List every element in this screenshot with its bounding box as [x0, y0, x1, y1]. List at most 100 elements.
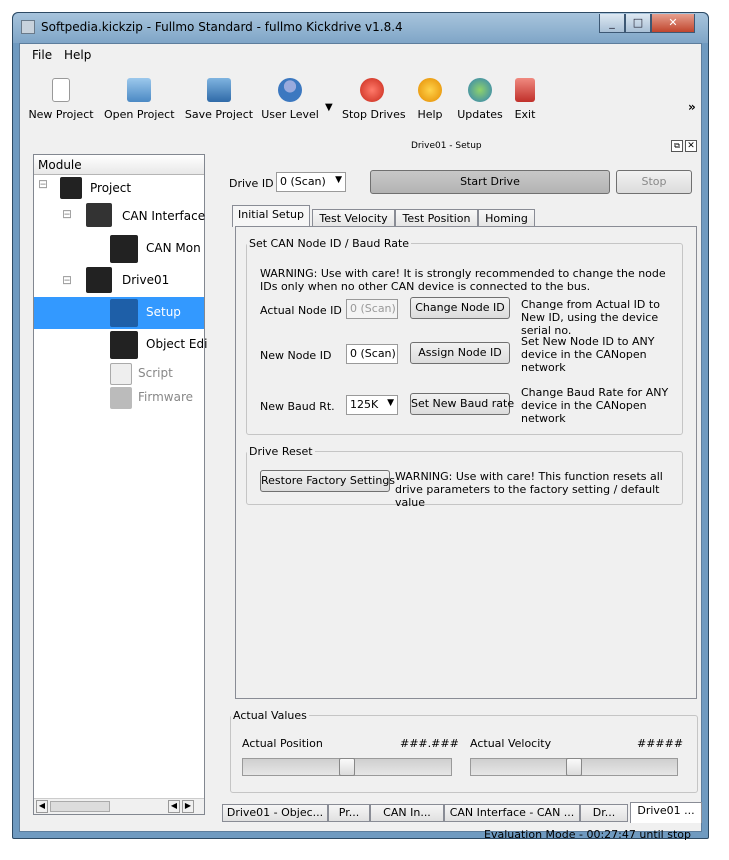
actual-position-label: Actual Position — [242, 737, 323, 750]
tree-item-script[interactable]: Script — [138, 366, 173, 380]
drive-reset-warning: WARNING: Use with care! This function re… — [395, 470, 663, 509]
minimize-button[interactable]: _ — [599, 14, 625, 33]
tree-expander[interactable]: ⊟ — [62, 273, 72, 287]
initial-setup-pane: Set CAN Node ID / Baud Rate WARNING: Use… — [235, 226, 697, 699]
updates-button[interactable]: Updates — [456, 68, 504, 121]
maximize-button[interactable]: □ — [625, 14, 651, 33]
close-icon: ✕ — [668, 16, 678, 29]
assign-node-id-button[interactable]: Assign Node ID — [410, 342, 510, 364]
maximize-icon: □ — [632, 16, 644, 29]
new-node-id-label: New Node ID — [260, 349, 332, 362]
stop-button[interactable]: Stop — [616, 170, 692, 194]
bottom-tab-drive[interactable]: Dr... — [580, 804, 628, 822]
menu-file[interactable]: File — [32, 48, 52, 62]
folder-icon — [127, 78, 151, 102]
stethoscope-icon — [110, 235, 138, 263]
velocity-slider-thumb[interactable] — [566, 758, 582, 776]
tree-item-setup[interactable]: Setup — [146, 305, 181, 319]
bottom-tab-drive01-objects[interactable]: Drive01 - Objec... — [222, 804, 328, 822]
velocity-slider[interactable] — [470, 758, 678, 776]
bottom-tab-can-interface-can[interactable]: CAN Interface - CAN ... — [444, 804, 580, 822]
node-warning: WARNING: Use with care! It is strongly r… — [260, 267, 666, 293]
status-text: Evaluation Mode - 00:27:47 until stop — [484, 828, 691, 841]
close-panel-icon[interactable]: ✕ — [685, 140, 697, 152]
list-icon — [110, 331, 138, 359]
menu-help[interactable]: Help — [64, 48, 91, 62]
user-level-button[interactable]: User Level — [260, 68, 320, 121]
tree-item-drive01[interactable]: Drive01 — [122, 273, 169, 287]
baud-rate-select[interactable]: 125K ▼ — [346, 395, 398, 415]
position-slider[interactable] — [242, 758, 452, 776]
wrench-icon — [110, 299, 138, 327]
change-node-id-note: Change from Actual ID to New ID, using t… — [521, 298, 660, 337]
panel-header: Drive01 - Setup ⧉ ✕ — [221, 140, 701, 154]
actual-position-value: ###.### — [400, 737, 459, 750]
actual-values-group: Actual Values — [230, 709, 698, 793]
tree-item-object-editor[interactable]: Object Edi — [146, 337, 207, 351]
drive-reset-legend: Drive Reset — [249, 445, 313, 458]
bottom-tab-can-interface[interactable]: CAN In... — [370, 804, 444, 822]
tree-item-project[interactable]: Project — [90, 181, 131, 195]
download-icon — [110, 387, 132, 409]
drive-id-select[interactable]: 0 (Scan) ▼ — [276, 172, 346, 192]
new-project-button[interactable]: New Project — [26, 68, 96, 121]
minimize-icon: _ — [609, 16, 615, 29]
actual-velocity-value: ##### — [637, 737, 684, 750]
set-baud-rate-button[interactable]: Set New Baud rate — [410, 393, 514, 415]
baud-rate-note: Change Baud Rate for ANY device in the C… — [521, 386, 669, 425]
panel-title: Drive01 - Setup — [411, 141, 482, 151]
tab-initial-setup[interactable]: Initial Setup — [232, 205, 310, 227]
app-window: Softpedia.kickzip - Fullmo Standard - fu… — [12, 12, 709, 841]
script-icon — [110, 363, 132, 385]
tree-item-can-mon[interactable]: CAN Mon — [146, 241, 201, 255]
window-title: Softpedia.kickzip - Fullmo Standard - fu… — [41, 20, 403, 34]
open-project-button[interactable]: Open Project — [104, 68, 175, 121]
module-header: Module — [34, 155, 204, 175]
toolbar-overflow-button[interactable]: » — [688, 100, 696, 114]
user-level-dropdown-icon[interactable]: ▼ — [325, 102, 333, 113]
tree-lines: ⊟ — [38, 177, 49, 191]
float-panel-icon[interactable]: ⧉ — [671, 140, 683, 152]
tree-item-can-interface[interactable]: CAN Interface — [122, 209, 205, 223]
title-bar: Softpedia.kickzip - Fullmo Standard - fu… — [13, 13, 708, 43]
actual-values-legend: Actual Values — [233, 709, 307, 722]
home-icon — [60, 177, 82, 199]
drive-icon — [86, 267, 112, 293]
close-button[interactable]: ✕ — [651, 14, 695, 33]
bottom-tab-drive01-active[interactable]: Drive01 ... — [630, 802, 702, 823]
actual-node-id-label: Actual Node ID — [260, 304, 342, 317]
restore-factory-settings-button[interactable]: Restore Factory Settings — [260, 470, 395, 492]
stop-hand-icon — [360, 78, 384, 102]
user-icon — [278, 78, 302, 102]
change-node-id-button[interactable]: Change Node ID — [410, 297, 510, 319]
app-icon — [21, 20, 35, 34]
help-button[interactable]: Help — [412, 68, 448, 121]
drive-id-label: Drive ID — [229, 177, 274, 190]
toolbar: New Project Open Project Save Project Us… — [20, 68, 701, 128]
chevron-down-icon: ▼ — [335, 175, 342, 185]
new-document-icon — [52, 78, 70, 102]
tree-item-firmware[interactable]: Firmware — [138, 390, 193, 404]
tree-expander[interactable]: ⊟ — [62, 207, 72, 221]
floppy-icon — [207, 78, 231, 102]
client-area: File Help New Project Open Project Save … — [19, 43, 702, 841]
scroll-thumb[interactable] — [50, 801, 110, 812]
start-drive-button[interactable]: Start Drive — [370, 170, 610, 194]
help-icon — [418, 78, 442, 102]
actual-velocity-label: Actual Velocity — [470, 737, 552, 750]
exit-button[interactable]: Exit — [510, 68, 540, 121]
menu-bar: File Help — [20, 44, 701, 66]
position-slider-thumb[interactable] — [339, 758, 355, 776]
new-baud-rate-label: New Baud Rt. — [260, 400, 335, 413]
chevron-down-icon: ▼ — [387, 398, 394, 408]
assign-node-id-note: Set New Node ID to ANY device in the CAN… — [521, 335, 655, 374]
module-hscrollbar[interactable]: ◀ ◀ ▶ — [34, 798, 204, 814]
new-node-id-field[interactable]: 0 (Scan) — [346, 344, 398, 364]
actual-node-id-field: 0 (Scan) — [346, 299, 398, 319]
exit-icon — [515, 78, 535, 102]
save-project-button[interactable]: Save Project — [184, 68, 254, 121]
bottom-tab-project[interactable]: Pr... — [328, 804, 370, 822]
stop-drives-button[interactable]: Stop Drives — [342, 68, 406, 121]
globe-icon — [468, 78, 492, 102]
can-interface-icon — [86, 203, 112, 227]
